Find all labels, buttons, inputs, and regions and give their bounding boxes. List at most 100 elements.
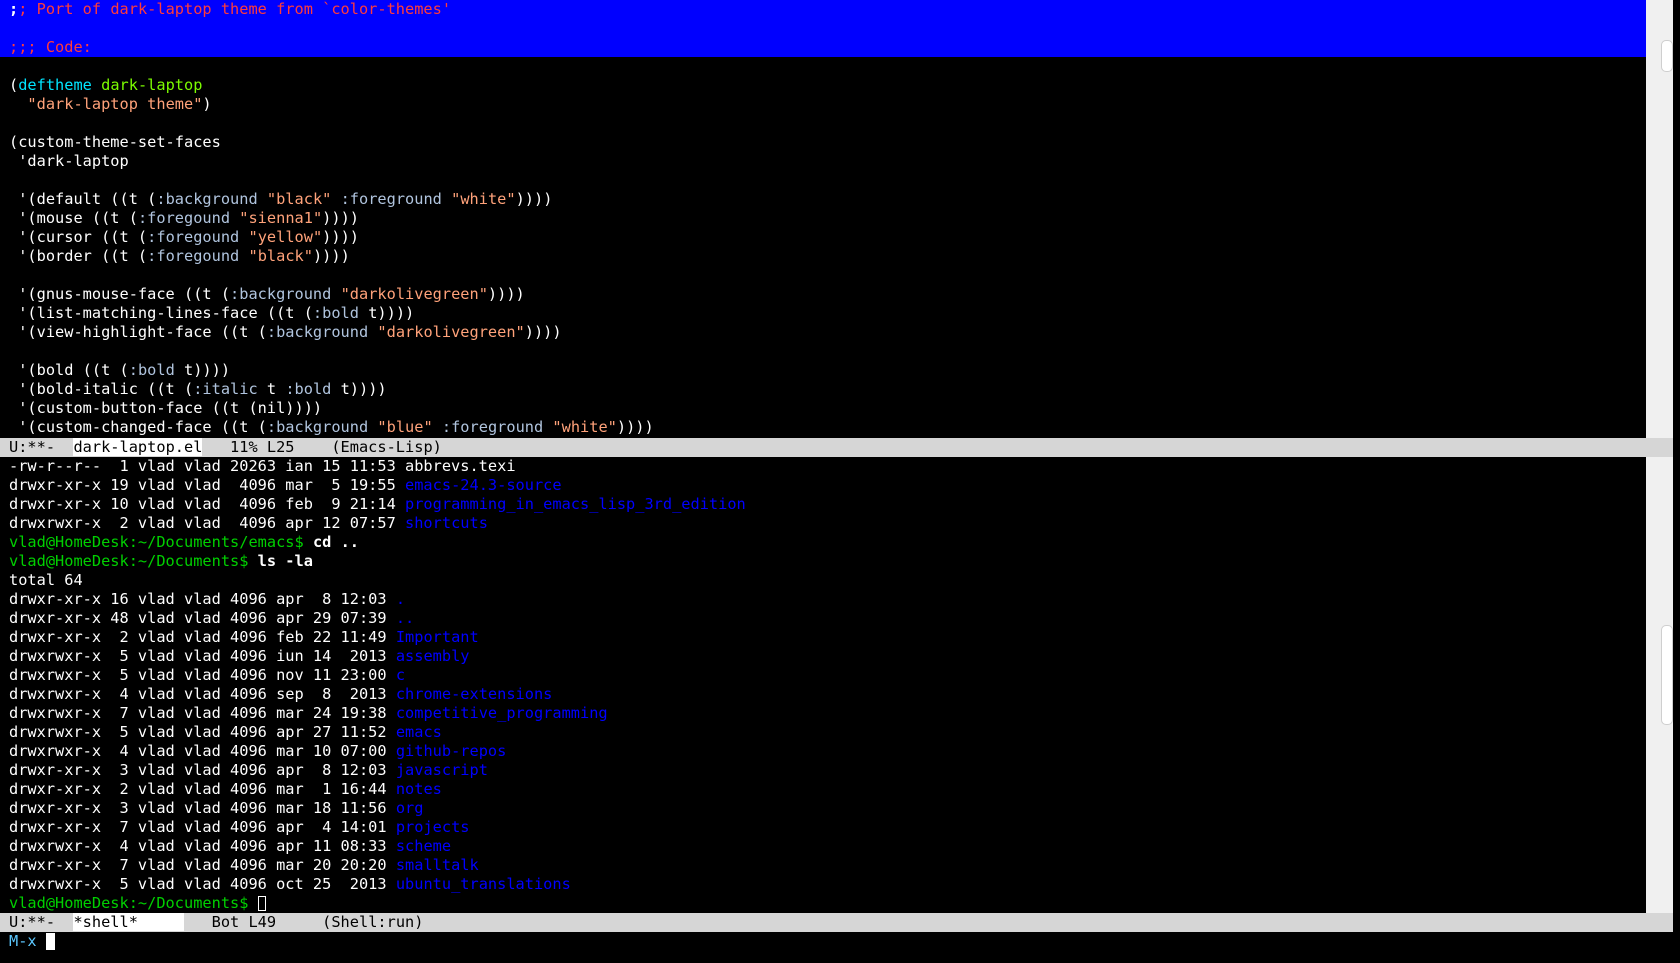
shell-output-line: drwxrwxr-x 5 vlad vlad 4096 apr 27 11:52… [0,723,1646,742]
text-segment: ) [202,95,212,113]
directory-link[interactable]: projects [396,818,470,836]
directory-link[interactable]: notes [396,780,442,798]
text-segment: -rw-r--r-- 1 vlad vlad 20263 ian 15 11:5… [9,457,516,475]
shell-output-line: vlad@HomeDesk:~/Documents$ [0,894,1646,913]
text-segment: )))) [616,418,654,436]
code-line: '(custom-changed-face ((t (:background "… [0,418,1646,437]
code-line: '(gnus-mouse-face ((t (:background "dark… [0,285,1646,304]
directory-link[interactable]: chrome-extensions [396,685,553,703]
minibuffer-prompt: M-x [9,932,37,950]
text-segment: drwxrwxr-x 2 vlad vlad 4096 apr 12 07:57 [9,514,406,532]
shell-output-line: drwxr-xr-x 3 vlad vlad 4096 apr 8 12:03 … [0,761,1646,780]
shell-prompt: vlad@HomeDesk:~/Documents/emacs$ [9,533,304,551]
directory-link[interactable]: assembly [396,647,470,665]
modeline-buffer-name[interactable]: *shell* [73,913,184,931]
text-segment: :background [156,190,258,208]
shell-output-line: drwxrwxr-x 4 vlad vlad 4096 mar 10 07:00… [0,742,1646,761]
shell-output-line: drwxrwxr-x 2 vlad vlad 4096 apr 12 07:57… [0,514,1646,533]
modeline-major-mode[interactable]: (Shell:run) [322,913,423,931]
text-segment: :bold [285,380,332,398]
code-line: '(mouse ((t (:foregound "sienna1")))) [0,209,1646,228]
text-segment: drwxr-xr-x 7 vlad vlad 4096 apr 4 14:01 [9,818,396,836]
shell-scrollbar[interactable] [1646,457,1673,913]
text-segment: :foregound [137,209,231,227]
text-segment: "darkolivegreen" [340,285,488,303]
shell-mode-line: U:**- *shell* Bot L49 (Shell:run) [0,913,1673,932]
text-segment: drwxr-xr-x 3 vlad vlad 4096 apr 8 12:03 [9,761,396,779]
code-line: '(default ((t (:background "black" :fore… [0,190,1646,209]
shell-window[interactable]: -rw-r--r-- 1 vlad vlad 20263 ian 15 11:5… [0,457,1646,913]
shell-output-line: drwxrwxr-x 4 vlad vlad 4096 apr 11 08:33… [0,837,1646,856]
text-segment: 'dark-laptop [9,152,129,170]
editor-scrollbar-thumb[interactable] [1661,40,1673,72]
text-segment: )))) [515,190,553,208]
text-segment [331,190,340,208]
directory-link[interactable]: javascript [396,761,488,779]
text-segment: drwxrwxr-x 4 vlad vlad 4096 mar 10 07:00 [9,742,396,760]
shell-output-line: drwxrwxr-x 5 vlad vlad 4096 nov 11 23:00… [0,666,1646,685]
minibuffer[interactable]: M-x [0,932,1680,951]
code-line: ;; Port of dark-laptop theme from `color… [0,0,1646,19]
text-segment: )))) [322,228,360,246]
text-segment: t)))) [331,380,387,398]
text-segment: "white" [451,190,516,208]
shell-prompt: vlad@HomeDesk:~/Documents$ [9,552,249,570]
text-segment: t [257,380,286,398]
directory-link[interactable]: Important [396,628,479,646]
modeline-buffer-name[interactable]: dark-laptop.el [73,438,203,456]
text-segment: drwxrwxr-x 5 vlad vlad 4096 oct 25 2013 [9,875,396,893]
directory-link[interactable]: scheme [396,837,451,855]
directory-link[interactable]: smalltalk [396,856,479,874]
modeline-position: 11% L25 [202,438,332,456]
code-line: '(list-matching-lines-face ((t (:bold t)… [0,304,1646,323]
text-segment: "blue" [377,418,433,436]
directory-link[interactable]: c [396,666,405,684]
code-line: 'dark-laptop [0,152,1646,171]
text-segment: drwxr-xr-x 16 vlad vlad 4096 apr 8 12:03 [9,590,396,608]
editor-scrollbar[interactable] [1646,0,1673,438]
text-segment: ls -la [257,552,313,570]
text-segment [230,209,239,227]
code-line: '(view-highlight-face ((t (:background "… [0,323,1646,342]
modeline-position: Bot L49 [183,913,323,931]
directory-link[interactable]: org [396,799,424,817]
text-segment: dark-laptop [101,76,203,94]
directory-link[interactable]: emacs-24.3-source [405,476,562,494]
text-segment: '(border ((t ( [9,247,148,265]
text-segment: "white" [552,418,617,436]
text-segment: )))) [312,247,350,265]
text-segment: :background [266,323,369,341]
text-segment [304,533,313,551]
text-segment [331,285,340,303]
modeline-status: U:**- [9,438,74,456]
text-segment: '(list-matching-lines-face ((t ( [9,304,313,322]
shell-output-line: drwxr-xr-x 7 vlad vlad 4096 apr 4 14:01 … [0,818,1646,837]
shell-cursor [257,896,266,911]
directory-link[interactable]: programming_in_emacs_lisp_3rd_edition [405,495,746,513]
shell-scrollbar-thumb[interactable] [1661,625,1673,725]
shell-output-line: drwxr-xr-x 7 vlad vlad 4096 mar 20 20:20… [0,856,1646,875]
directory-link[interactable]: shortcuts [405,514,488,532]
editor-window[interactable]: ;; Port of dark-laptop theme from `color… [0,0,1646,438]
shell-output-line: drwxr-xr-x 19 vlad vlad 4096 mar 5 19:55… [0,476,1646,495]
directory-link[interactable]: github-repos [396,742,507,760]
directory-link[interactable]: .. [396,609,414,627]
text-segment: '(view-highlight-face ((t ( [9,323,267,341]
text-segment: drwxr-xr-x 19 vlad vlad 4096 mar 5 19:55 [9,476,406,494]
modeline-major-mode[interactable]: (Emacs-Lisp) [331,438,442,456]
text-segment: drwxrwxr-x 5 vlad vlad 4096 iun 14 2013 [9,647,396,665]
shell-output-line: -rw-r--r-- 1 vlad vlad 20263 ian 15 11:5… [0,457,1646,476]
text-segment: drwxr-xr-x 3 vlad vlad 4096 mar 18 11:56 [9,799,396,817]
text-segment: ;;; Code: [9,38,92,56]
directory-link[interactable]: competitive_programming [396,704,608,722]
directory-link[interactable]: emacs [396,723,442,741]
text-segment [9,95,27,113]
directory-link[interactable]: . [396,590,405,608]
text-segment: total 64 [9,571,83,589]
directory-link[interactable]: ubuntu_translations [396,875,571,893]
shell-output-line: drwxr-xr-x 3 vlad vlad 4096 mar 18 11:56… [0,799,1646,818]
